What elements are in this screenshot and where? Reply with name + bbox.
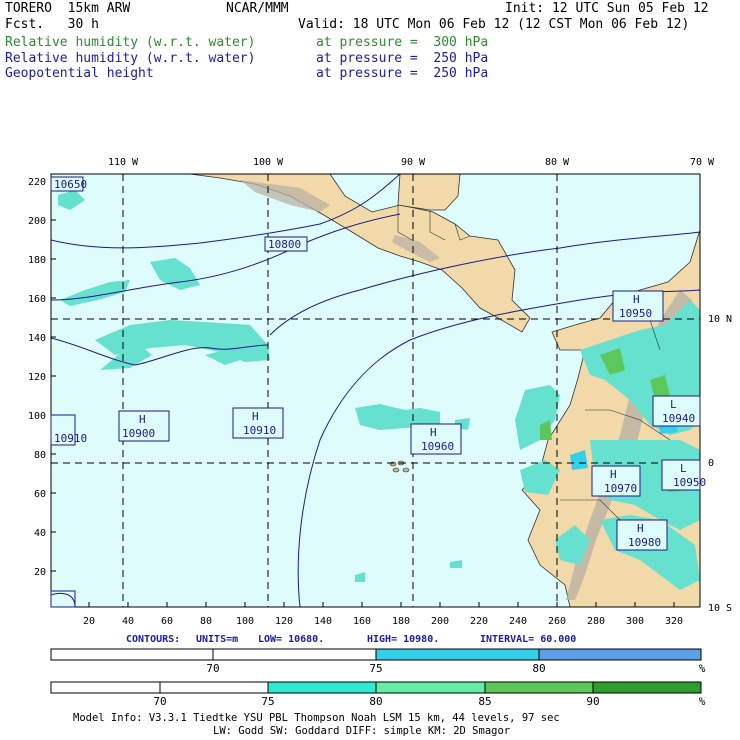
footer-physics-info: LW: Godd SW: Goddard DIFF: simple KM: 2D… — [213, 725, 510, 737]
lat-label-10s: 10 S — [708, 603, 732, 614]
colorbar2-label: 90 — [586, 695, 599, 708]
y-tick-label: 40 — [34, 528, 46, 539]
contour-label-box: 10650 — [50, 176, 87, 192]
svg-text:10940: 10940 — [662, 412, 695, 425]
lon-label-90w: 90 W — [401, 157, 426, 168]
svg-text:10980: 10980 — [628, 536, 661, 549]
lat-label-0: 0 — [708, 458, 714, 469]
colorbar2-label: 75 — [261, 695, 274, 708]
svg-text:10910: 10910 — [54, 432, 87, 445]
x-tick-label: 280 — [587, 616, 605, 627]
high-pressure-marker: H 10960 — [410, 423, 462, 455]
x-tick-label: 220 — [470, 616, 488, 627]
y-tick-label: 220 — [28, 177, 46, 188]
x-tick-label: 60 — [161, 616, 173, 627]
footer-model-info: Model Info: V3.3.1 Tiedtke YSU PBL Thomp… — [73, 712, 560, 724]
svg-text:H: H — [252, 410, 259, 423]
svg-text:H: H — [139, 413, 146, 426]
svg-text:10950: 10950 — [619, 307, 652, 320]
contours-low: LOW= 10680. — [258, 634, 324, 645]
high-pressure-marker: H 10980 — [616, 519, 668, 551]
colorbar1-label: 80 — [532, 662, 545, 675]
y-tick-label: 120 — [28, 372, 46, 383]
y-tick-label: 80 — [34, 450, 46, 461]
svg-text:H: H — [610, 468, 617, 481]
high-pressure-marker: H 10970 — [591, 465, 641, 497]
y-tick-label: 180 — [28, 255, 46, 266]
svg-text:10960: 10960 — [421, 440, 454, 453]
svg-text:H: H — [430, 426, 437, 439]
lon-label-80w: 80 W — [545, 157, 570, 168]
x-tick-label: 200 — [431, 616, 449, 627]
lat-label-10n: 10 N — [708, 314, 732, 325]
weather-map-figure: 110 W 100 W 90 W 80 W 70 W 10 N 0 10 S 2… — [28, 157, 732, 737]
svg-text:10650: 10650 — [54, 178, 87, 191]
y-tick-label: 20 — [34, 567, 46, 578]
x-tick-label: 20 — [83, 616, 95, 627]
svg-text:L: L — [670, 398, 677, 411]
colorbar1-unit: % — [699, 662, 706, 675]
x-tick-label: 140 — [314, 616, 332, 627]
x-tick-label: 320 — [665, 616, 683, 627]
x-tick-label: 240 — [509, 616, 527, 627]
y-tick-label: 200 — [28, 216, 46, 227]
colorbar-rh-250 — [50, 648, 702, 661]
high-pressure-marker: H 10900 — [118, 410, 170, 442]
y-tick-label: 100 — [28, 411, 46, 422]
contours-interval: INTERVAL= 60.000 — [480, 634, 576, 645]
y-tick-label: 160 — [28, 294, 46, 305]
x-tick-label: 260 — [548, 616, 566, 627]
svg-text:10800: 10800 — [268, 238, 301, 251]
x-tick-label: 120 — [275, 616, 293, 627]
svg-text:10900: 10900 — [122, 427, 155, 440]
colorbar2-label: 70 — [153, 695, 166, 708]
colorbar2-unit: % — [699, 695, 706, 708]
low-pressure-marker: L 10940 — [652, 395, 701, 427]
x-tick-label: 180 — [392, 616, 410, 627]
high-pressure-marker: H 10910 — [232, 407, 284, 439]
y-tick-label: 60 — [34, 489, 46, 500]
contour-label-box: 10800 — [264, 236, 308, 252]
lon-label-100w: 100 W — [253, 157, 284, 168]
colorbar1-label: 70 — [206, 662, 219, 675]
colorbar1-label: 75 — [369, 662, 382, 675]
contours-units: UNITS=m — [196, 634, 238, 645]
x-tick-label: 300 — [626, 616, 644, 627]
low-pressure-marker: L 10950 — [661, 459, 706, 491]
svg-text:L: L — [680, 462, 687, 475]
svg-text:10950: 10950 — [673, 476, 706, 489]
contours-prefix: CONTOURS: — [126, 634, 180, 645]
x-tick-label: 160 — [353, 616, 371, 627]
x-tick-label: 40 — [122, 616, 134, 627]
high-pressure-marker: H 10950 — [612, 290, 664, 322]
svg-text:10910: 10910 — [243, 424, 276, 437]
colorbar2-label: 85 — [478, 695, 491, 708]
svg-text:10970: 10970 — [604, 482, 637, 495]
x-tick-label: 100 — [236, 616, 254, 627]
contours-high: HIGH= 10980. — [367, 634, 439, 645]
colorbar-rh-300 — [50, 681, 702, 694]
lon-label-70w: 70 W — [690, 157, 715, 168]
colorbar2-label: 80 — [369, 695, 382, 708]
y-tick-label: 140 — [28, 333, 46, 344]
svg-text:H: H — [637, 522, 644, 535]
svg-text:H: H — [633, 293, 640, 306]
lon-label-110w: 110 W — [108, 157, 139, 168]
x-tick-label: 80 — [200, 616, 212, 627]
